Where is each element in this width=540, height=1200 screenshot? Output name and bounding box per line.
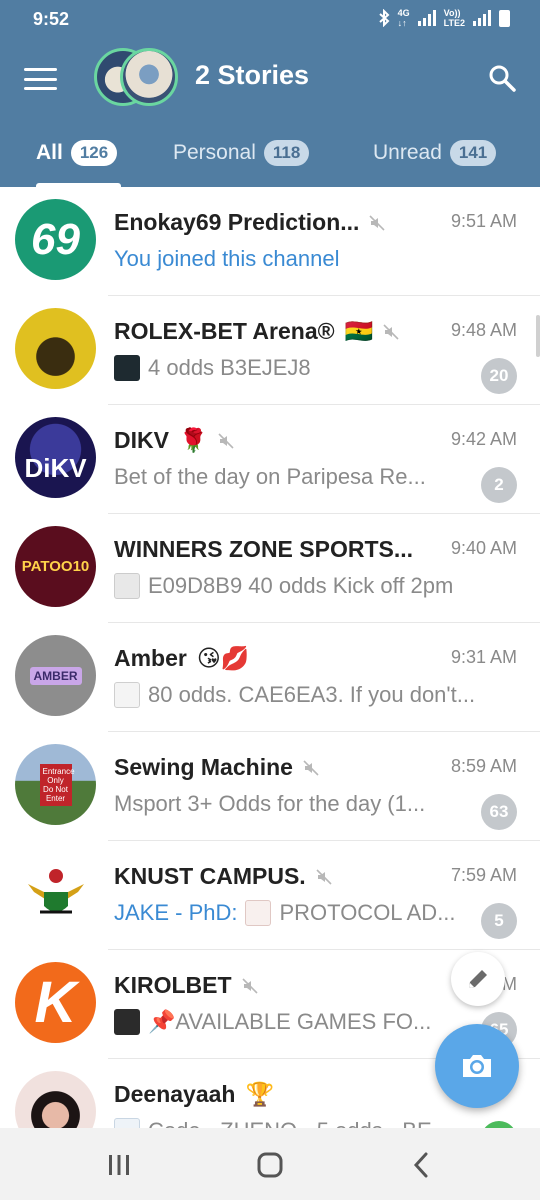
media-thumbnail: [114, 1118, 140, 1128]
system-navigation-bar: [0, 1128, 540, 1200]
avatar: AMBER: [15, 635, 96, 716]
chat-item-winners-zone[interactable]: PATOO10 WINNERS ZONE SPORTS... 9:40 AM E…: [0, 514, 540, 623]
media-thumbnail: [114, 573, 140, 599]
chat-preview: 80 odds. CAE6EA3. If you don't...: [114, 682, 474, 708]
chat-name: Sewing Machine: [114, 754, 319, 781]
chat-item-sewing-machine[interactable]: Entrance Only Do Not Enter Sewing Machin…: [0, 732, 540, 841]
chat-preview: Code - ZHENQ - 5 odds - BE...: [114, 1118, 450, 1128]
media-thumbnail: [114, 355, 140, 381]
chat-preview: 📌AVAILABLE GAMES FO...: [114, 1009, 431, 1035]
knust-crest-icon: [27, 868, 84, 913]
avatar: Entrance Only Do Not Enter: [15, 744, 96, 825]
chat-preview: E09D8B9 40 odds Kick off 2pm: [114, 573, 453, 599]
chat-time: 9:31 AM: [450, 647, 517, 667]
battery-icon: [499, 9, 510, 27]
chat-time: 9:42 AM: [450, 429, 517, 449]
folder-tabs: All 126 Personal 118 Unread 141: [0, 130, 540, 187]
new-message-button[interactable]: [451, 952, 505, 1006]
muted-icon: [241, 977, 258, 994]
media-thumbnail: [245, 900, 272, 926]
network-4g: 4G ↓↑: [397, 8, 410, 28]
back-button[interactable]: [406, 1150, 436, 1180]
trophy-emoji: 🏆: [245, 1081, 275, 1107]
tab-personal-count: 118: [263, 140, 310, 166]
tab-unread-count: 141: [449, 140, 497, 166]
avatar: DiKV: [15, 417, 96, 498]
muted-icon: [383, 323, 399, 340]
ghana-flag-emoji: 🇬🇭: [344, 318, 374, 344]
chat-time: 9:48 AM: [450, 320, 517, 340]
chat-preview: JAKE - PhD: PROTOCOL AD...: [114, 900, 456, 926]
chat-name: KIROLBET: [114, 972, 258, 999]
tab-personal[interactable]: Personal 118: [173, 140, 310, 166]
hamburger-menu-icon[interactable]: [24, 68, 57, 90]
muted-icon: [369, 214, 385, 231]
unread-badge: 63: [481, 794, 517, 830]
status-time: 9:52: [33, 9, 70, 29]
chat-preview: You joined this channel: [114, 246, 340, 271]
chat-item-enokay69[interactable]: 69 Enokay69 Prediction... 9:51 AM You jo…: [0, 187, 540, 296]
tab-all-count: 126: [70, 140, 118, 166]
recent-apps-icon: [109, 1155, 129, 1175]
chat-name: Enokay69 Prediction...: [114, 209, 385, 236]
back-icon: [413, 1152, 428, 1178]
chat-name: Amber 😘💋: [114, 645, 250, 671]
avatar: 69: [15, 199, 96, 280]
chat-time: 9:51 AM: [450, 211, 517, 231]
app-header: 9:52 4G ↓↑ Vo)) LTE2 2 Stories All 126 Per…: [0, 0, 540, 187]
network-lte2: Vo)) LTE2: [443, 8, 465, 28]
chat-name: DIKV 🌹: [114, 427, 234, 454]
bluetooth-icon: [378, 9, 390, 27]
signal-icon: [417, 10, 436, 26]
muted-icon: [316, 868, 332, 885]
chat-item-knust-campus[interactable]: KNUST CAMPUS. 7:59 AM JAKE - PhD: PROTOC…: [0, 841, 540, 950]
toolbar-title[interactable]: 2 Stories: [195, 60, 309, 91]
chat-name: KNUST CAMPUS.: [114, 863, 332, 890]
camera-icon: [463, 1055, 491, 1077]
avatar: [15, 308, 96, 389]
chat-name: Deenayaah 🏆: [114, 1081, 275, 1107]
home-button[interactable]: [255, 1150, 285, 1180]
muted-icon: [218, 432, 234, 449]
chat-name: WINNERS ZONE SPORTS...: [114, 536, 414, 562]
tab-all[interactable]: All 126: [36, 140, 118, 166]
avatar: K: [15, 962, 96, 1043]
unread-badge: 7: [481, 1121, 517, 1128]
avatar: [15, 1071, 96, 1128]
chat-preview: Msport 3+ Odds for the day (1...: [114, 791, 426, 816]
recent-apps-button[interactable]: [104, 1150, 134, 1180]
message-sender: JAKE - PhD:: [114, 900, 238, 925]
toolbar: 2 Stories: [0, 38, 540, 118]
camera-story-button[interactable]: [435, 1024, 519, 1108]
media-thumbnail: [114, 682, 140, 708]
search-icon[interactable]: [488, 64, 516, 92]
avatar: [15, 853, 96, 934]
home-icon: [257, 1152, 283, 1178]
avatar: PATOO10: [15, 526, 96, 607]
chat-time: 9:40 AM: [450, 538, 517, 558]
signal-2-icon: [473, 10, 491, 26]
unread-badge: 20: [481, 358, 517, 394]
unread-badge: 2: [481, 467, 517, 503]
chat-item-dikv[interactable]: DiKV DIKV 🌹 9:42 AM Bet of the day on Pa…: [0, 405, 540, 514]
chat-time: 7:59 AM: [450, 865, 517, 885]
chat-item-rolex-bet[interactable]: ROLEX-BET Arena® 🇬🇭 9:48 AM 4 odds B3EJE…: [0, 296, 540, 405]
status-bar: 9:52 4G ↓↑ Vo)) LTE2: [0, 0, 540, 38]
tab-unread[interactable]: Unread 141: [373, 140, 497, 166]
rose-emoji: 🌹: [178, 427, 208, 453]
chat-time: 8:59 AM: [450, 756, 517, 776]
story-avatar-2[interactable]: [120, 48, 178, 106]
muted-icon: [303, 759, 319, 776]
unread-badge: 5: [481, 903, 517, 939]
chat-preview: Bet of the day on Paripesa Re...: [114, 464, 426, 489]
status-icons: 4G ↓↑ Vo)) LTE2: [378, 8, 510, 28]
stories-avatars[interactable]: [94, 48, 180, 106]
chat-preview: 4 odds B3EJEJ8: [114, 355, 311, 381]
media-thumbnail: [114, 1009, 140, 1035]
chat-item-amber[interactable]: AMBER Amber 😘💋 9:31 AM 80 odds. CAE6EA3.…: [0, 623, 540, 732]
pencil-icon: [469, 970, 487, 988]
chat-name: ROLEX-BET Arena® 🇬🇭: [114, 318, 399, 345]
kiss-emoji: 😘💋: [196, 645, 250, 671]
